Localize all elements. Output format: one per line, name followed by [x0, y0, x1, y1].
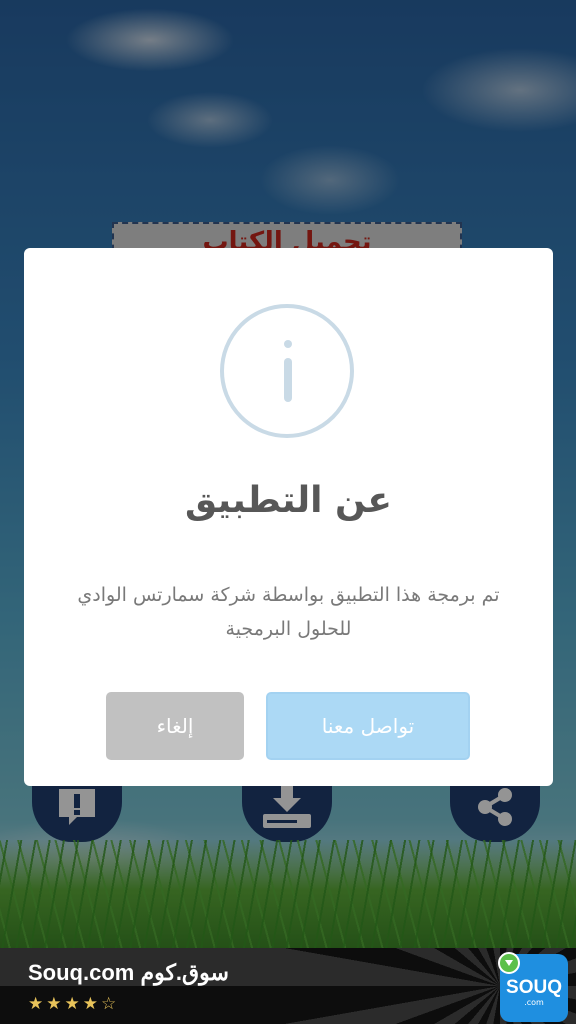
about-dialog: عن التطبيق تم برمجة هذا التطبيق بواسطة ش… — [24, 248, 553, 786]
ad-banner[interactable]: Souq.com سوق.كوم ★★★★☆ SOUQ .com — [0, 948, 576, 1024]
ad-rating-stars: ★★★★☆ — [28, 994, 120, 1014]
souq-logo[interactable]: SOUQ .com — [498, 952, 568, 1022]
cancel-button[interactable]: إلغاء — [106, 692, 244, 760]
download-badge-icon — [498, 952, 520, 974]
dialog-message: تم برمجة هذا التطبيق بواسطة شركة سمارتس … — [77, 584, 500, 640]
souq-logo-text: SOUQ — [506, 977, 562, 998]
souq-logo-subtext: .com — [524, 998, 544, 1007]
ad-title: Souq.com سوق.كوم — [28, 960, 229, 985]
contact-us-button[interactable]: تواصل معنا — [266, 692, 470, 760]
info-icon — [220, 304, 354, 438]
info-icon-dot — [284, 340, 292, 348]
dialog-title: عن التطبيق — [185, 480, 392, 521]
info-icon-bar — [284, 358, 292, 402]
